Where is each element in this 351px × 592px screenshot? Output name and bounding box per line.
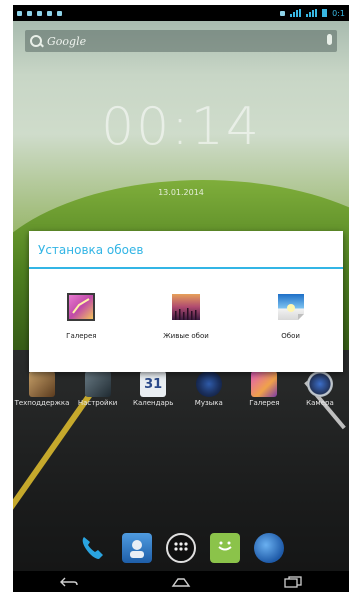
app-label: Камера [306, 399, 334, 407]
app-music[interactable]: Музыка [182, 371, 236, 417]
option-label: Обои [281, 332, 300, 340]
option-live-wallpaper[interactable]: Живые обои [141, 291, 231, 340]
alarm-icon [280, 10, 286, 16]
app-label: Техподдержка [14, 399, 70, 407]
app-drawer-icon[interactable] [166, 533, 196, 563]
option-wallpapers[interactable]: Обои [246, 291, 336, 340]
signal-icon [306, 9, 318, 17]
status-bar: 0:1 [13, 5, 349, 21]
phone-screen: 0:1 Google 00:14 13.01.2014 Техподдержка… [13, 5, 349, 592]
browser-icon[interactable] [254, 533, 284, 563]
settings-icon [84, 371, 111, 397]
calendar-day: 31 [144, 376, 163, 392]
dialog-title: Установка обоев [29, 231, 343, 269]
app-settings[interactable]: Настройки [71, 371, 125, 417]
wallpapers-icon [277, 294, 304, 320]
recent-apps-icon[interactable] [281, 575, 305, 589]
app-label: Музыка [194, 399, 223, 407]
contacts-icon[interactable] [122, 533, 152, 563]
search-label: Google [47, 34, 87, 48]
live-wallpaper-icon [171, 294, 200, 320]
calendar-icon: 31 [140, 371, 167, 397]
google-search-bar[interactable]: Google [25, 30, 337, 52]
signal-icon [290, 9, 302, 17]
messaging-icon[interactable] [210, 533, 240, 563]
phone-icon[interactable] [78, 533, 108, 563]
notification-icons [17, 10, 62, 16]
dock [13, 525, 349, 571]
camera-icon [306, 371, 333, 397]
app-gallery[interactable]: Галерея [237, 371, 291, 417]
clock: 00:14 [101, 97, 261, 157]
battery-icon [322, 9, 328, 17]
wallpaper-picker-dialog: Установка обоев Галерея Живые обои Обои [29, 231, 343, 372]
notification-icon [37, 10, 42, 16]
app-calendar[interactable]: 31 Календарь [126, 371, 180, 417]
app-label: Настройки [77, 399, 118, 407]
notification-icon [47, 10, 52, 16]
system-icons: 0:1 [280, 9, 345, 18]
back-icon[interactable] [57, 575, 81, 589]
microphone-icon[interactable] [327, 34, 332, 45]
notification-icon [57, 10, 62, 16]
date: 13.01.2014 [158, 188, 204, 197]
option-gallery[interactable]: Галерея [36, 291, 126, 340]
notification-icon [17, 10, 22, 16]
status-time: 0:1 [332, 8, 345, 18]
app-camera[interactable]: Камера [293, 371, 347, 417]
option-label: Живые обои [163, 332, 209, 340]
app-label: Галерея [249, 399, 280, 407]
gallery-icon [67, 293, 96, 321]
home-icon[interactable] [169, 575, 193, 589]
option-label: Галерея [66, 332, 97, 340]
search-icon [29, 34, 43, 48]
music-icon [195, 371, 222, 397]
navigation-bar [13, 571, 349, 592]
app-support[interactable]: Техподдержка [15, 371, 69, 417]
home-app-row: Техподдержка Настройки 31 Календарь Музы… [13, 371, 349, 417]
gallery-icon [251, 371, 278, 397]
dialog-options: Галерея Живые обои Обои [29, 269, 343, 340]
support-icon [29, 371, 55, 397]
app-label: Календарь [133, 399, 174, 407]
notification-icon [27, 10, 32, 16]
